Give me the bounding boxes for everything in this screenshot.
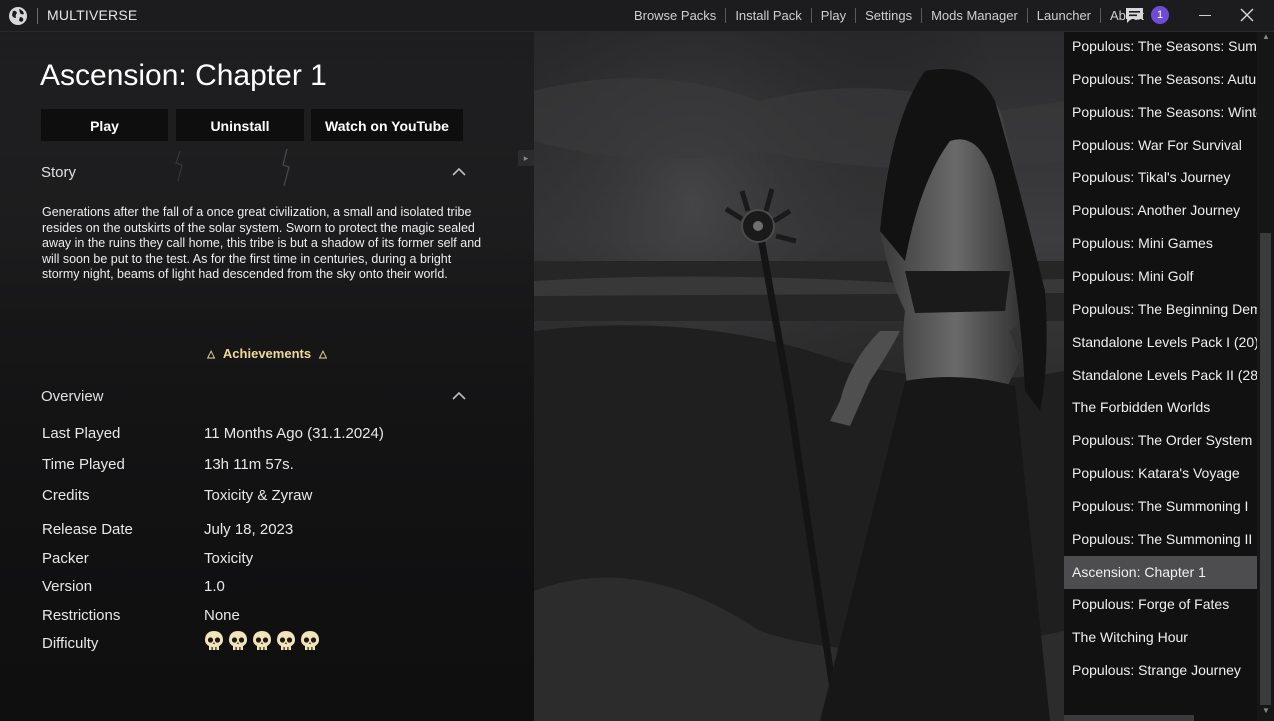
- pack-list-item[interactable]: The Witching Hour: [1064, 621, 1257, 654]
- title-divider: [37, 8, 38, 24]
- pack-list-item[interactable]: Populous: Another Journey: [1064, 194, 1257, 227]
- pack-list: Populous: The Seasons: SummerPopulous: T…: [1064, 31, 1257, 721]
- release-date-value: July 18, 2023: [204, 521, 294, 538]
- minimize-icon[interactable]: [1199, 15, 1211, 16]
- scroll-down-icon[interactable]: ▼: [1259, 706, 1273, 718]
- horizontal-scrollbar-thumb[interactable]: [1064, 715, 1194, 721]
- packer-value: Toxicity: [204, 550, 254, 567]
- triangle-icon: △: [207, 349, 215, 360]
- nav-mods-manager[interactable]: Mods Manager: [922, 8, 1027, 24]
- nav-play[interactable]: Play: [812, 8, 855, 24]
- top-navigation: Browse Packs Install Pack Play Settings …: [625, 0, 1153, 31]
- difficulty-rating: [204, 630, 320, 652]
- pack-list-item[interactable]: Populous: Forge of Fates: [1064, 588, 1257, 621]
- overview-header[interactable]: Overview: [41, 388, 104, 405]
- time-played-label: Time Played: [42, 456, 125, 473]
- release-date-label: Release Date: [42, 521, 133, 538]
- nav-launcher[interactable]: Launcher: [1028, 8, 1100, 24]
- pack-list-item[interactable]: Populous: Strange Journey: [1064, 654, 1257, 687]
- skull-icon: [253, 631, 271, 650]
- pack-list-item[interactable]: Populous: Tikal's Journey: [1064, 161, 1257, 194]
- pack-list-item[interactable]: Populous: The Beginning Demo: [1064, 293, 1257, 326]
- credits-value: Toxicity & Zyraw: [204, 487, 313, 504]
- pack-title: Ascension: Chapter 1: [40, 59, 327, 92]
- achievements-label: Achievements: [222, 346, 312, 361]
- uninstall-button[interactable]: Uninstall: [176, 109, 304, 141]
- skull-icon: [301, 631, 319, 650]
- pack-list-item[interactable]: Populous: War For Survival: [1064, 129, 1257, 162]
- play-button[interactable]: Play: [41, 109, 168, 141]
- scroll-up-icon[interactable]: ▲: [1259, 32, 1273, 44]
- pack-list-item[interactable]: Populous: The Seasons: Summer: [1064, 31, 1257, 63]
- last-played-value: 11 Months Ago (31.1.2024): [204, 425, 384, 442]
- chat-icon[interactable]: [1125, 7, 1144, 24]
- time-played-value: 13h 11m 57s.: [204, 456, 294, 473]
- pack-list-item[interactable]: Populous: The Summoning I: [1064, 490, 1257, 523]
- restrictions-value: None: [204, 607, 240, 624]
- pack-list-item[interactable]: Standalone Levels Pack II (28): [1064, 359, 1257, 392]
- pack-list-item[interactable]: Populous: The Summoning II: [1064, 523, 1257, 556]
- pack-list-item[interactable]: Populous: Katara's Voyage: [1064, 457, 1257, 490]
- pack-list-item[interactable]: The Forbidden Worlds: [1064, 391, 1257, 424]
- globe-icon[interactable]: [8, 6, 28, 26]
- skull-icon: [277, 631, 295, 650]
- pack-list-item[interactable]: Populous: Mini Golf: [1064, 260, 1257, 293]
- story-header[interactable]: Story: [41, 164, 76, 181]
- version-value: 1.0: [204, 578, 225, 595]
- nav-install-pack[interactable]: Install Pack: [726, 8, 810, 24]
- pack-list-item[interactable]: Populous: The Seasons: Autumn: [1064, 63, 1257, 96]
- skull-icon: [205, 631, 223, 650]
- nav-browse-packs[interactable]: Browse Packs: [625, 8, 725, 24]
- collapse-arrow-icon[interactable]: ▸: [518, 150, 534, 166]
- pack-list-item[interactable]: Ascension: Chapter 1: [1064, 555, 1257, 589]
- pack-details-panel: Ascension: Chapter 1 Play Uninstall Watc…: [0, 31, 534, 721]
- close-icon[interactable]: [1240, 8, 1254, 22]
- skull-icon: [229, 631, 247, 650]
- scrollbar-thumb[interactable]: [1260, 233, 1271, 705]
- achievements-toggle[interactable]: △ Achievements △: [0, 346, 534, 361]
- packer-label: Packer: [42, 550, 89, 567]
- nav-settings[interactable]: Settings: [856, 8, 921, 24]
- story-text: Generations after the fall of a once gre…: [42, 205, 482, 282]
- difficulty-label: Difficulty: [42, 635, 99, 652]
- restrictions-label: Restrictions: [42, 607, 121, 624]
- chevron-up-icon[interactable]: [452, 392, 466, 400]
- title-bar: MULTIVERSE Browse Packs Install Pack Pla…: [0, 0, 1274, 32]
- version-label: Version: [42, 578, 93, 595]
- app-title: MULTIVERSE: [47, 7, 138, 23]
- pack-list-item[interactable]: Standalone Levels Pack I (20): [1064, 326, 1257, 359]
- pack-list-item[interactable]: Populous: The Order System: [1064, 424, 1257, 457]
- notification-badge[interactable]: 1: [1151, 6, 1169, 24]
- watch-youtube-button[interactable]: Watch on YouTube: [311, 109, 463, 141]
- chevron-up-icon[interactable]: [452, 168, 466, 176]
- pack-list-item[interactable]: Populous: The Seasons: Winter: [1064, 96, 1257, 129]
- credits-label: Credits: [42, 487, 90, 504]
- triangle-icon: △: [319, 349, 327, 360]
- pack-list-item[interactable]: Populous: Mini Games: [1064, 227, 1257, 260]
- last-played-label: Last Played: [42, 425, 121, 442]
